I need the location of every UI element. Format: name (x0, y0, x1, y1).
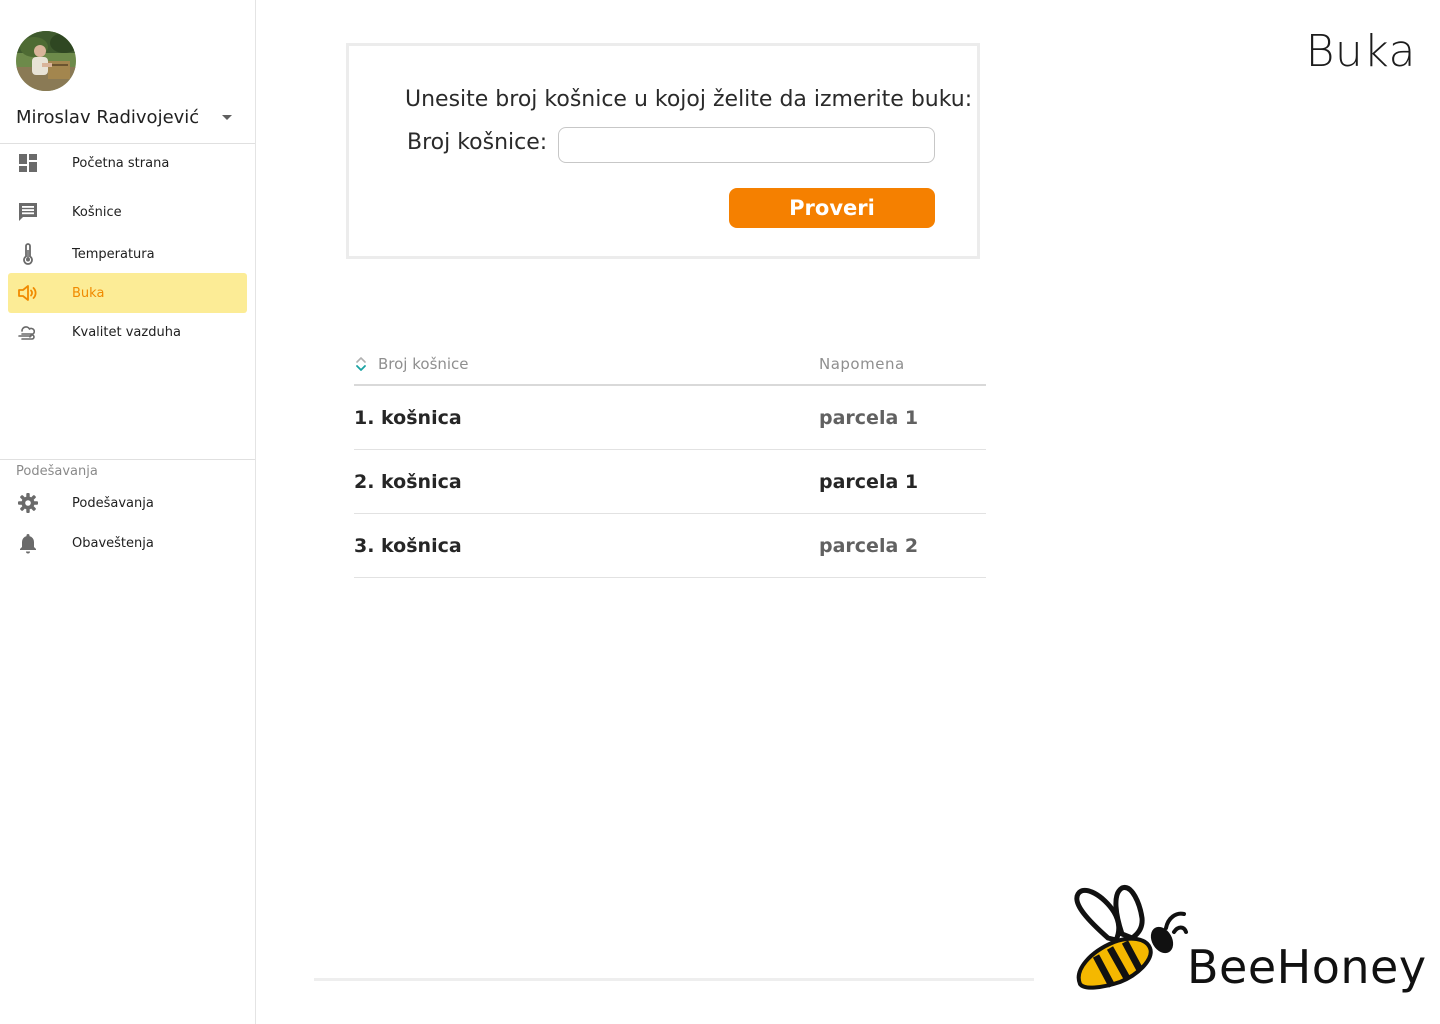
table-row[interactable]: 2. košnica parcela 1 (354, 450, 986, 514)
table-header: Broj košnice Napomena (354, 345, 986, 386)
table-row[interactable]: 3. košnica parcela 2 (354, 514, 986, 578)
column-header-note: Napomena (819, 355, 905, 373)
note-cell: parcela 1 (819, 407, 919, 429)
speaker-icon (18, 285, 37, 301)
sidebar-item-home[interactable]: Početna strana (8, 143, 247, 183)
sidebar-item-label: Košnice (72, 204, 122, 220)
sidebar-item-label: Buka (72, 285, 105, 301)
gear-icon (18, 493, 38, 513)
sidebar-item-noise[interactable]: Buka (8, 273, 247, 313)
hives-table: Broj košnice Napomena 1. košnica parcela… (354, 345, 986, 578)
check-button[interactable]: Proveri (729, 188, 935, 228)
sidebar-item-air-quality[interactable]: Kvalitet vazduha (8, 312, 247, 352)
hive-cell: 2. košnica (354, 471, 462, 493)
form-prompt: Unesite broj košnice u kojoj želite da i… (405, 87, 973, 112)
sidebar-item-notifications[interactable]: Obaveštenja (8, 523, 247, 563)
air-quality-icon (18, 326, 36, 340)
bee-icon (1074, 885, 1188, 990)
hive-cell: 1. košnica (354, 407, 462, 429)
thermometer-icon (23, 243, 33, 265)
chevron-down-icon (222, 115, 232, 120)
sort-icon[interactable] (354, 355, 368, 373)
sidebar: Miroslav Radivojević Početna strana Košn… (0, 0, 256, 1024)
user-name: Miroslav Radivojević (16, 106, 200, 128)
divider (0, 459, 255, 460)
avatar[interactable] (16, 31, 76, 91)
page-title: Buka (1305, 26, 1416, 77)
dashboard-icon (19, 154, 37, 172)
hive-number-input[interactable] (558, 127, 935, 163)
message-icon (19, 203, 37, 221)
hive-number-label: Broj košnice: (407, 130, 548, 155)
table-row[interactable]: 1. košnica parcela 1 (354, 386, 986, 450)
sidebar-item-label: Početna strana (72, 155, 170, 171)
note-cell: parcela 2 (819, 535, 919, 557)
footer-divider (314, 978, 1034, 981)
sidebar-item-label: Kvalitet vazduha (72, 324, 181, 340)
sidebar-item-settings[interactable]: Podešavanja (8, 483, 247, 523)
settings-section-label: Podešavanja (16, 464, 98, 479)
sidebar-item-temperature[interactable]: Temperatura (8, 234, 247, 274)
noise-check-form: Unesite broj košnice u kojoj želite da i… (346, 43, 980, 259)
sidebar-item-label: Obaveštenja (72, 535, 154, 551)
note-cell: parcela 1 (819, 471, 919, 493)
hive-cell: 3. košnica (354, 535, 462, 557)
bell-icon (20, 534, 36, 554)
sidebar-item-hives[interactable]: Košnice (8, 192, 247, 232)
user-photo (16, 31, 76, 91)
sidebar-item-label: Podešavanja (72, 495, 154, 511)
brand-logo: BeeHoney (1070, 882, 1430, 1002)
sidebar-item-label: Temperatura (72, 246, 155, 262)
column-header-hive-number[interactable]: Broj košnice (378, 355, 469, 373)
user-menu[interactable]: Miroslav Radivojević (16, 103, 240, 131)
brand-name: BeeHoney (1187, 940, 1427, 994)
